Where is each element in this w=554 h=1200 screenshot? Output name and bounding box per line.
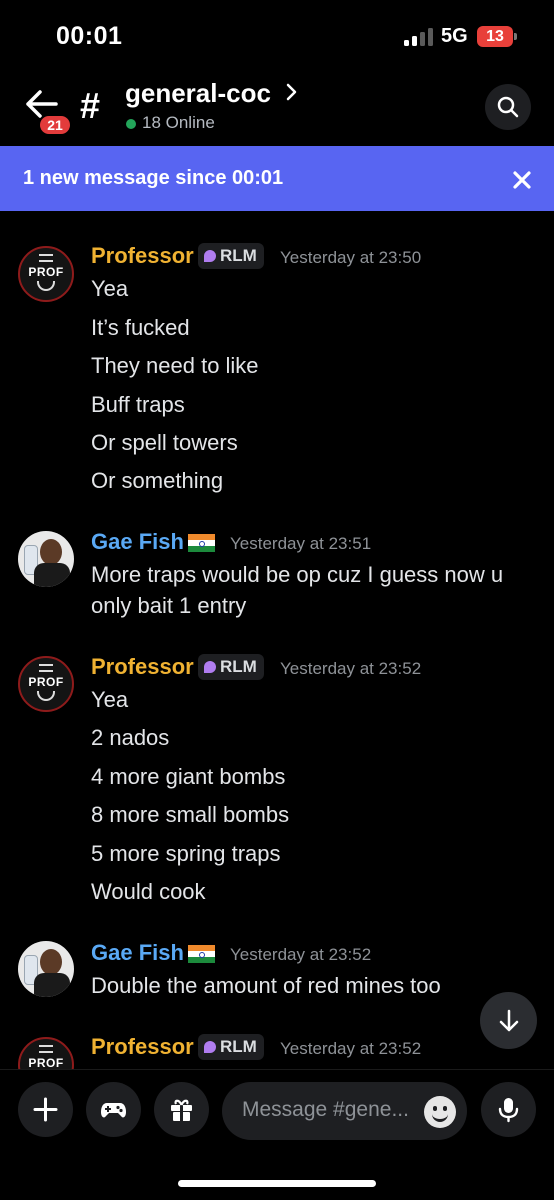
message-line: Yea	[91, 276, 129, 301]
message-line: Or something	[91, 468, 224, 493]
unread-badge: 21	[38, 114, 72, 136]
avatar[interactable]	[18, 531, 74, 587]
message-input-placeholder: Message #gene...	[242, 1098, 409, 1121]
role-tag: RLM	[198, 243, 264, 269]
microphone-icon	[498, 1098, 519, 1123]
message-timestamp: Yesterday at 23:52	[280, 1039, 422, 1058]
message-line: It’s fucked	[91, 315, 190, 340]
message-list: PROF Professor RLM Yesterday at 23:50 Ye…	[0, 211, 554, 1069]
jump-to-present-button[interactable]	[480, 992, 537, 1049]
message-author[interactable]: Professor	[91, 1034, 194, 1060]
message-author[interactable]: Professor	[91, 243, 194, 269]
role-tag-icon	[204, 661, 216, 673]
message-timestamp: Yesterday at 23:51	[230, 534, 372, 553]
message-line: Buff traps	[91, 392, 185, 417]
message-line: 5 more spring traps	[91, 841, 281, 866]
avatar[interactable]: PROF	[18, 1037, 74, 1069]
role-tag-icon	[204, 250, 216, 262]
plus-icon	[33, 1097, 58, 1122]
india-flag-icon	[188, 534, 215, 552]
network-type: 5G	[441, 25, 468, 47]
role-tag: RLM	[198, 1034, 264, 1060]
gamepad-icon	[101, 1103, 126, 1118]
role-tag: RLM	[198, 654, 264, 680]
channel-name[interactable]: general-coc	[125, 78, 271, 109]
search-icon	[497, 96, 519, 118]
new-messages-banner[interactable]: 1 new message since 00:01	[0, 146, 554, 211]
new-messages-text: 1 new message since 00:01	[23, 167, 284, 189]
activities-button[interactable]	[86, 1082, 141, 1137]
emoji-icon[interactable]	[424, 1096, 456, 1128]
message-line: They need to like	[91, 353, 259, 378]
message-line: More traps would be op cuz I guess now u	[91, 562, 504, 587]
channel-header: 21 # general-coc 18 Online	[0, 72, 554, 146]
role-tag-icon	[204, 1041, 216, 1053]
message-line: 4 more giant bombs	[91, 764, 286, 789]
arrow-down-icon	[499, 1009, 519, 1032]
message-line: Would cook	[91, 879, 206, 904]
message-timestamp: Yesterday at 23:52	[280, 659, 422, 678]
status-bar: 00:01 5G 13	[0, 0, 554, 72]
search-button[interactable]	[485, 84, 531, 130]
battery-icon: 13	[477, 26, 517, 47]
chevron-right-icon[interactable]	[284, 82, 298, 102]
message-timestamp: Yesterday at 23:52	[230, 945, 372, 964]
gift-button[interactable]	[154, 1082, 209, 1137]
avatar[interactable]: PROF	[18, 246, 74, 302]
hash-icon: #	[80, 85, 101, 126]
india-flag-icon	[188, 945, 215, 963]
voice-message-button[interactable]	[481, 1082, 536, 1137]
message-timestamp: Yesterday at 23:50	[280, 248, 422, 267]
message-author[interactable]: Professor	[91, 654, 194, 680]
message-input[interactable]: Message #gene...	[222, 1082, 467, 1140]
signal-icon	[404, 28, 434, 46]
message-line: Or spell towers	[91, 430, 238, 455]
clock: 00:01	[56, 22, 123, 50]
message-line: Yea	[91, 687, 129, 712]
message-line: 8 more small bombs	[91, 802, 290, 827]
close-icon[interactable]	[512, 170, 532, 190]
message-author[interactable]: Gae Fish	[91, 940, 184, 966]
online-count: 18 Online	[142, 113, 215, 132]
message-line: Double the amount of red mines too	[91, 973, 441, 998]
add-attachment-button[interactable]	[18, 1082, 73, 1137]
gift-icon	[171, 1099, 192, 1121]
message-line: only bait 1 entry	[91, 593, 247, 618]
avatar[interactable]: PROF	[18, 656, 74, 712]
message-line: 2 nados	[91, 725, 170, 750]
avatar[interactable]	[18, 941, 74, 997]
message-author[interactable]: Gae Fish	[91, 529, 184, 555]
online-status-dot	[126, 119, 136, 129]
home-indicator[interactable]	[178, 1180, 376, 1187]
